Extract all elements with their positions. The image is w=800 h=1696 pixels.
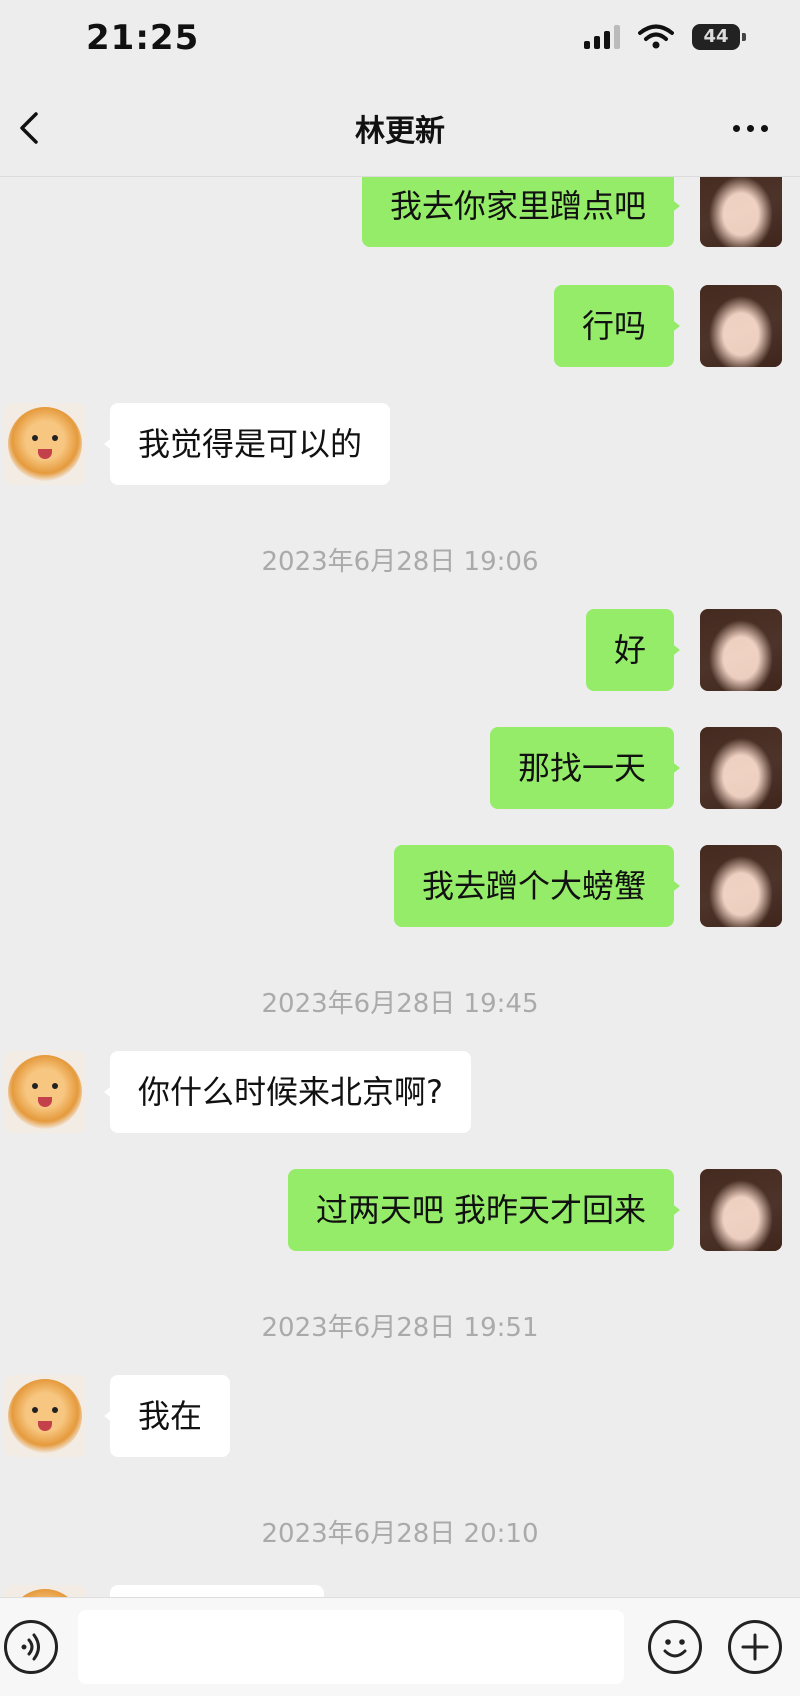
status-time: 21:25 [86, 18, 200, 58]
my-avatar[interactable] [700, 845, 782, 927]
signal-icon [584, 25, 620, 49]
chat-header: 林更新 [0, 80, 800, 177]
my-avatar[interactable] [700, 285, 782, 367]
message-input[interactable] [78, 1610, 624, 1684]
more-button[interactable] [720, 100, 780, 156]
voice-button[interactable] [4, 1620, 58, 1674]
outgoing-message[interactable]: 好 [585, 609, 681, 691]
incoming-message[interactable]: 我在 [103, 1375, 231, 1457]
my-avatar[interactable] [700, 609, 782, 691]
input-bar [0, 1597, 800, 1696]
contact-avatar[interactable] [4, 1585, 86, 1597]
outgoing-message[interactable]: 过两天吧 我昨天才回来 [287, 1169, 681, 1251]
emoji-icon [663, 1639, 687, 1658]
chat-title: 林更新 [355, 114, 445, 149]
message-timestamp: 2023年6月28日 19:06 [261, 547, 539, 577]
outgoing-message[interactable]: 行吗 [553, 285, 681, 367]
incoming-message-partial[interactable] [110, 1585, 324, 1597]
wifi-icon [638, 24, 674, 49]
my-avatar[interactable] [700, 727, 782, 809]
incoming-message[interactable]: 我觉得是可以的 [103, 403, 391, 485]
message-timestamp: 2023年6月28日 19:45 [261, 989, 539, 1019]
chat-list[interactable]: 我去你家里蹭点吧 行吗 我觉得是可以的 2023年6月28日 19:06 好 那… [0, 177, 800, 1597]
my-avatar[interactable] [700, 177, 782, 247]
plus-icon [741, 1633, 769, 1661]
status-bar: 21:25 44 [0, 0, 800, 80]
contact-avatar[interactable] [4, 1375, 86, 1457]
message-timestamp: 2023年6月28日 20:10 [261, 1519, 539, 1549]
outgoing-message[interactable]: 那找一天 [489, 727, 681, 809]
contact-avatar[interactable] [4, 403, 86, 485]
plus-button[interactable] [728, 1620, 782, 1674]
battery-icon: 44 [692, 24, 746, 50]
more-icon [732, 124, 740, 132]
message-timestamp: 2023年6月28日 19:51 [261, 1313, 539, 1343]
voice-icon [21, 1633, 40, 1661]
outgoing-message[interactable]: 我去你家里蹭点吧 [361, 177, 681, 247]
contact-avatar[interactable] [4, 1051, 86, 1133]
outgoing-message[interactable]: 我去蹭个大螃蟹 [393, 845, 681, 927]
status-icons: 44 [584, 24, 746, 50]
my-avatar[interactable] [700, 1169, 782, 1251]
incoming-message[interactable]: 你什么时候来北京啊? [104, 1051, 471, 1133]
emoji-button[interactable] [648, 1620, 702, 1674]
